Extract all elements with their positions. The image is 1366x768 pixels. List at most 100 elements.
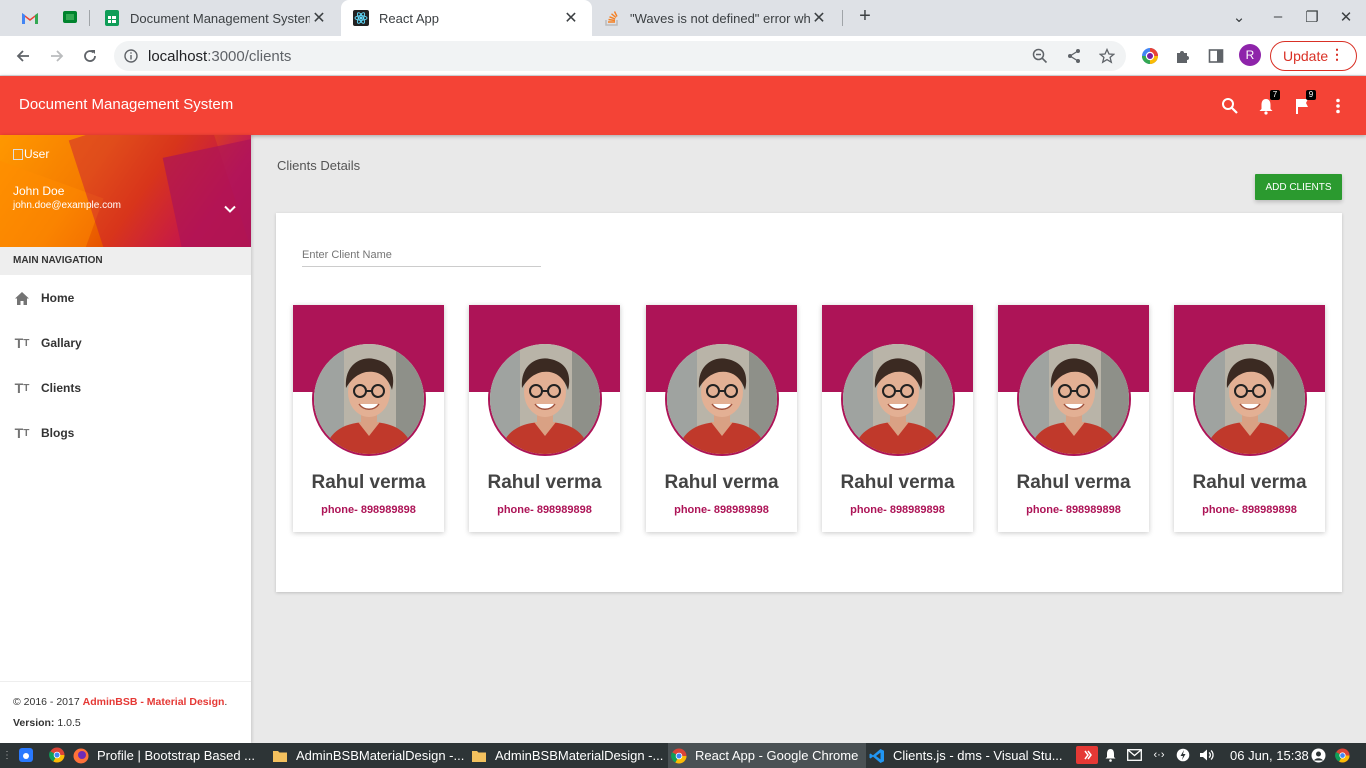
back-button[interactable]	[12, 45, 34, 67]
folder-icon	[472, 750, 486, 762]
sidebar-item-label: Gallary	[41, 336, 82, 350]
search-icon	[1222, 98, 1238, 114]
version: Version: 1.0.5	[13, 717, 238, 729]
client-card[interactable]: Rahul verma phone- 898989898	[293, 305, 444, 532]
more-vert-icon	[1336, 98, 1340, 114]
chevron-down-icon[interactable]	[222, 201, 238, 217]
tab-document-management[interactable]: Document Management System ✕	[92, 0, 340, 36]
new-tab-button[interactable]: +	[855, 5, 875, 28]
tab-stackoverflow[interactable]: "Waves is not defined" error wh ✕	[592, 0, 840, 36]
volume-tray-icon[interactable]	[1199, 747, 1215, 763]
notification-bell-tray-icon[interactable]	[1102, 747, 1118, 763]
url-text: localhost:3000/clients	[148, 48, 291, 65]
minimize-button[interactable]: –	[1268, 8, 1288, 25]
restore-button[interactable]: ❐	[1302, 8, 1322, 26]
client-phone: phone- 898989898	[497, 504, 592, 516]
user-info-panel: User John Doe john.doe@example.com	[0, 135, 251, 247]
bookmark-star-icon[interactable]	[1099, 48, 1115, 64]
tab-search-chevron-icon[interactable]: ⌄	[1229, 8, 1249, 26]
sidebar: User John Doe john.doe@example.com MAIN …	[0, 135, 251, 743]
client-name: Rahul verma	[487, 472, 602, 493]
sidebar-item-gallary[interactable]: TT Gallary	[0, 323, 251, 363]
client-search-input[interactable]	[302, 244, 541, 267]
client-card[interactable]: Rahul verma phone- 898989898	[1174, 305, 1325, 532]
power-tray-icon[interactable]	[1175, 747, 1191, 763]
client-name: Rahul verma	[1192, 472, 1307, 493]
chat-pinned-tab[interactable]	[59, 7, 81, 29]
text-fields-icon: TT	[14, 425, 30, 441]
client-photo-icon	[667, 344, 777, 454]
network-tray-icon[interactable]: ‹·›	[1151, 747, 1167, 763]
client-phone: phone- 898989898	[1026, 504, 1121, 516]
reload-button[interactable]	[79, 45, 101, 67]
client-card[interactable]: Rahul verma phone- 898989898	[822, 305, 973, 532]
mail-tray-icon[interactable]	[1126, 747, 1142, 763]
taskbar-clock[interactable]: 06 Jun, 15:38	[1230, 748, 1309, 763]
text-fields-icon: TT	[14, 380, 30, 396]
taskbar-item-profile[interactable]: Profile | Bootstrap Based ...	[73, 743, 268, 768]
copyright-text: © 2016 - 2017	[13, 696, 83, 708]
google-sheets-icon	[104, 10, 120, 26]
client-card[interactable]: Rahul verma phone- 898989898	[646, 305, 797, 532]
forward-button[interactable]	[46, 45, 68, 67]
broken-image-icon	[13, 148, 23, 160]
taskbar-item-vscode[interactable]: Clients.js - dms - Visual Stu...	[869, 743, 1065, 768]
tab-title: React App	[379, 10, 439, 26]
stackoverflow-icon	[604, 10, 620, 26]
user-tray-icon[interactable]	[1310, 747, 1326, 763]
client-avatar	[1017, 342, 1131, 456]
close-tab-icon[interactable]: ✕	[810, 8, 828, 28]
tasks-button[interactable]: 9	[1290, 90, 1316, 118]
chrome-tray-icon[interactable]	[1334, 747, 1350, 763]
color-extension-icon[interactable]	[1141, 47, 1159, 65]
gmail-icon	[22, 13, 38, 24]
notifications-button[interactable]: 7	[1254, 90, 1280, 118]
sidebar-footer: © 2016 - 2017 AdminBSB - Material Design…	[0, 681, 251, 743]
user-email: john.doe@example.com	[13, 200, 121, 211]
gmail-pinned-tab[interactable]	[19, 7, 41, 29]
os-taskbar: ⋮ Profile | Bootstrap Based ... AdminBSB…	[0, 743, 1366, 768]
extensions-puzzle-icon[interactable]	[1175, 48, 1191, 64]
client-avatar	[665, 342, 779, 456]
tab-title: Document Management System	[130, 10, 310, 26]
user-avatar: User	[13, 147, 49, 161]
taskbar-item-folder-2[interactable]: AdminBSBMaterialDesign -...	[471, 743, 667, 768]
close-tab-icon[interactable]: ✕	[562, 8, 580, 28]
client-avatar	[1193, 342, 1307, 456]
home-icon	[13, 289, 31, 307]
taskbar-item-chrome[interactable]: React App - Google Chrome	[668, 743, 866, 768]
sidebar-item-blogs[interactable]: TT Blogs	[0, 413, 251, 453]
firefox-icon	[73, 748, 89, 763]
anydesk-tray-icon[interactable]	[1076, 746, 1098, 764]
sidebar-item-home[interactable]: Home	[0, 278, 251, 318]
share-icon[interactable]	[1066, 48, 1082, 64]
app-brand[interactable]: Document Management System	[19, 96, 233, 113]
info-icon[interactable]	[124, 49, 138, 63]
taskbar-item-folder-1[interactable]: AdminBSBMaterialDesign -...	[272, 743, 468, 768]
search-button[interactable]	[1218, 94, 1242, 118]
update-button[interactable]: Update ⋮	[1270, 41, 1357, 71]
close-tab-icon[interactable]: ✕	[310, 8, 328, 28]
close-window-button[interactable]: ✕	[1336, 8, 1356, 26]
arrow-left-icon	[16, 50, 29, 62]
client-photo-icon	[843, 344, 953, 454]
sidebar-item-clients[interactable]: TT Clients	[0, 368, 251, 408]
client-name: Rahul verma	[1016, 472, 1131, 493]
client-card[interactable]: Rahul verma phone- 898989898	[469, 305, 620, 532]
app-header: Document Management System 7 9	[0, 76, 1366, 135]
side-panel-icon[interactable]	[1208, 48, 1224, 64]
add-clients-button[interactable]: ADD CLIENTS	[1255, 174, 1342, 200]
address-bar[interactable]: localhost:3000/clients	[114, 41, 1126, 71]
sidebar-item-label: Blogs	[41, 426, 75, 440]
zoom-out-icon[interactable]	[1032, 48, 1048, 64]
header-more-button[interactable]	[1326, 94, 1350, 118]
client-phone: phone- 898989898	[850, 504, 945, 516]
taskbar-item-label: Clients.js - dms - Visual Stu...	[893, 748, 1063, 763]
footer-brand-link[interactable]: AdminBSB - Material Design	[83, 696, 225, 708]
taskbar-item-label: React App - Google Chrome	[695, 748, 859, 763]
client-card[interactable]: Rahul verma phone- 898989898	[998, 305, 1149, 532]
profile-avatar[interactable]: R	[1239, 44, 1261, 66]
chrome-launcher-icon[interactable]	[49, 747, 65, 763]
tab-react-app[interactable]: React App ✕	[341, 0, 592, 36]
app-menu-icon[interactable]	[18, 747, 34, 763]
